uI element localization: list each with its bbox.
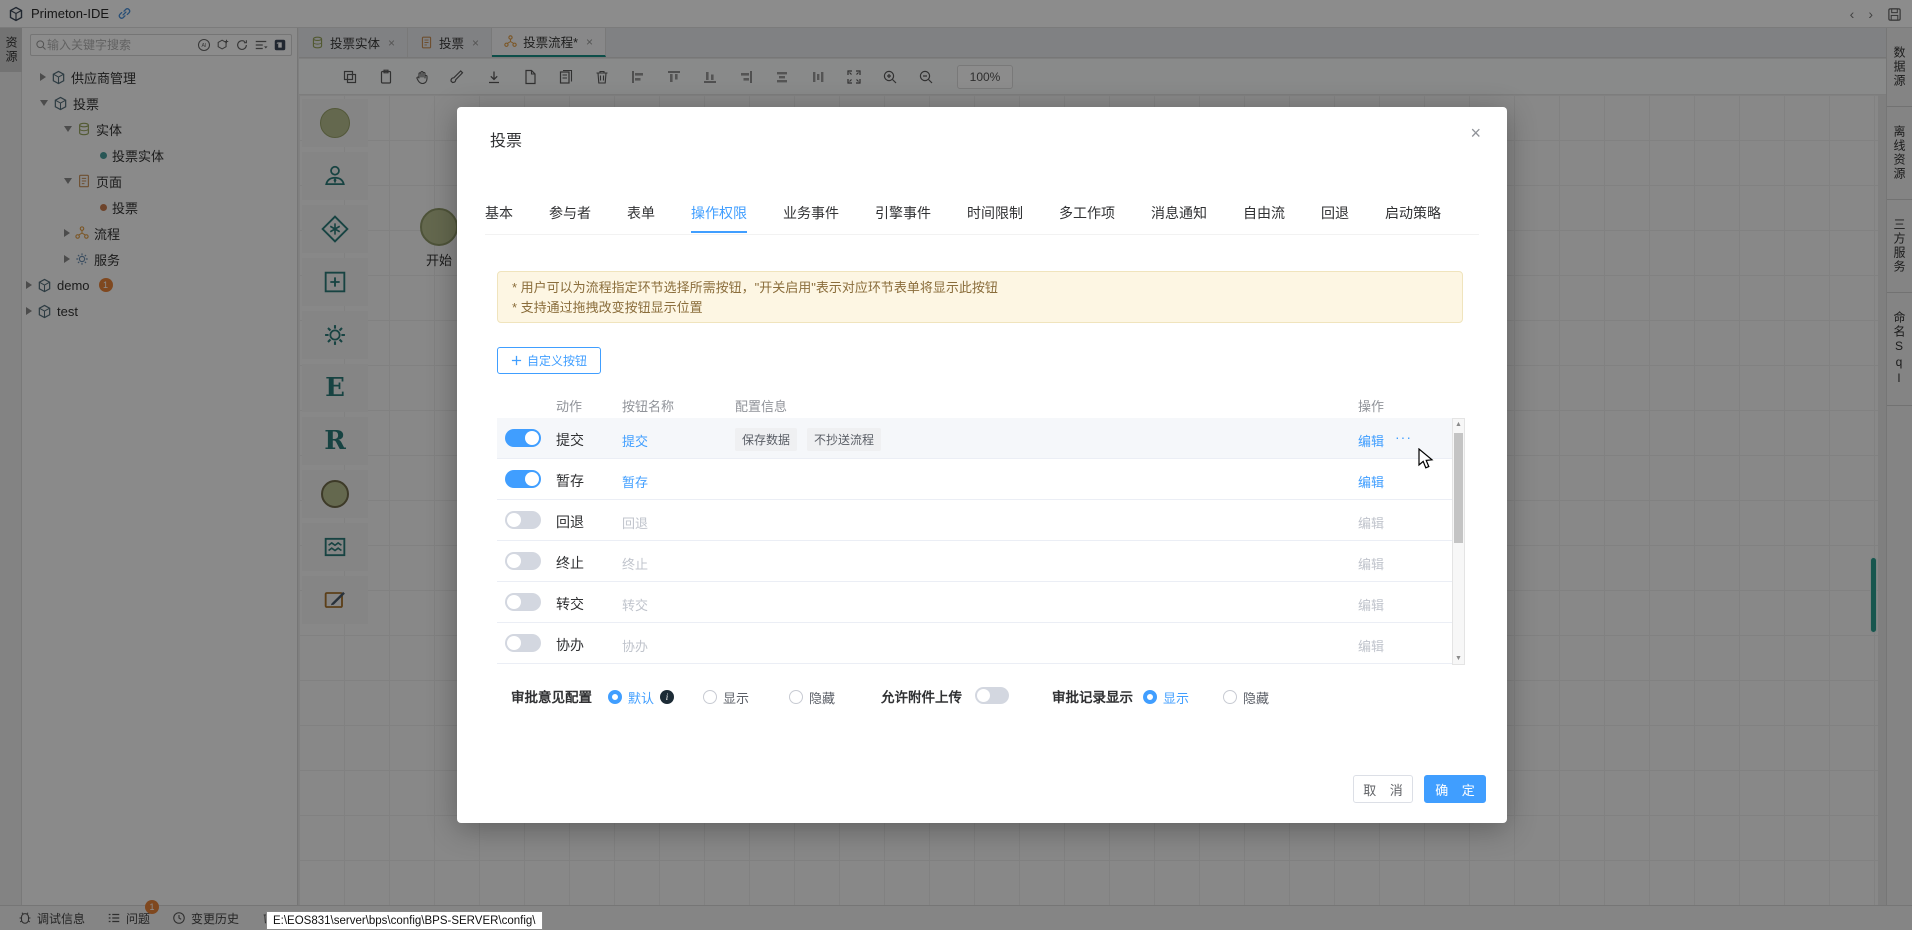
button-name-link: 转交 (622, 595, 648, 614)
button-table: 提交 提交 保存数据 不抄送流程 编辑 ··· 暂存 暂存 编辑 回退 回退 编… (497, 418, 1463, 664)
col-button-name: 按钮名称 (622, 396, 674, 415)
opinion-config-label: 审批意见配置 (511, 686, 592, 708)
vote-settings-dialog: 投票 × 基本 参与者 表单 操作权限 业务事件 引擎事件 时间限制 多工作项 … (457, 107, 1507, 823)
button-name-link[interactable]: 提交 (622, 431, 648, 450)
enable-toggle[interactable] (505, 429, 541, 447)
tab-notification[interactable]: 消息通知 (1151, 195, 1207, 233)
col-action: 动作 (556, 396, 582, 415)
table-scrollbar[interactable]: ▲ ▼ (1452, 418, 1465, 665)
tab-business-events[interactable]: 业务事件 (783, 195, 839, 233)
table-row-rollback: 回退 回退 编辑 (497, 500, 1463, 541)
warning-notice: * 用户可以为流程指定环节选择所需按钮，"开关启用"表示对应环节表单将显示此按钮… (497, 271, 1463, 323)
tab-basic[interactable]: 基本 (485, 195, 513, 233)
confirm-button[interactable]: 确 定 (1424, 775, 1486, 803)
attachment-toggle[interactable] (975, 687, 1009, 709)
table-row-submit: 提交 提交 保存数据 不抄送流程 编辑 ··· (497, 418, 1463, 459)
enable-toggle[interactable] (505, 552, 541, 570)
add-custom-button[interactable]: 自定义按钮 (497, 347, 601, 374)
edit-link: 编辑 (1358, 513, 1384, 532)
action-label: 回退 (556, 512, 584, 532)
button-name-link: 回退 (622, 513, 648, 532)
plus-icon (511, 355, 522, 366)
action-label: 转交 (556, 594, 584, 614)
enable-toggle[interactable] (505, 593, 541, 611)
enable-toggle[interactable] (505, 470, 541, 488)
button-table-header: 动作 按钮名称 配置信息 操作 (497, 390, 1463, 418)
dialog-tabs: 基本 参与者 表单 操作权限 业务事件 引擎事件 时间限制 多工作项 消息通知 … (485, 195, 1479, 235)
scroll-down-icon[interactable]: ▼ (1453, 655, 1464, 662)
attachment-upload-label: 允许附件上传 (881, 686, 962, 708)
action-label: 暂存 (556, 471, 584, 491)
opinion-option-show[interactable]: 显示 (703, 686, 749, 708)
opinion-option-hide[interactable]: 隐藏 (789, 686, 835, 708)
tab-time-limit[interactable]: 时间限制 (967, 195, 1023, 233)
action-label: 提交 (556, 430, 584, 450)
edit-link: 编辑 (1358, 595, 1384, 614)
record-display-label: 审批记录显示 (1052, 686, 1133, 708)
radio-selected-icon[interactable] (1143, 690, 1157, 704)
button-name-link: 协办 (622, 636, 648, 655)
radio-icon[interactable] (703, 690, 717, 704)
notice-line-2: * 支持通过拖拽改变按钮显示位置 (512, 298, 1448, 318)
col-operation: 操作 (1358, 396, 1384, 415)
config-tags: 保存数据 不抄送流程 (735, 428, 881, 451)
edit-link[interactable]: 编辑 (1358, 431, 1384, 450)
tab-operation-permission[interactable]: 操作权限 (691, 195, 747, 233)
tab-engine-events[interactable]: 引擎事件 (875, 195, 931, 233)
more-actions-icon[interactable]: ··· (1395, 429, 1412, 445)
button-name-link: 终止 (622, 554, 648, 573)
edit-link: 编辑 (1358, 554, 1384, 573)
opinion-option-default[interactable]: 默认 i (608, 686, 674, 708)
button-name-link[interactable]: 暂存 (622, 472, 648, 491)
radio-icon[interactable] (789, 690, 803, 704)
tag-no-cc: 不抄送流程 (807, 428, 881, 451)
action-label: 终止 (556, 553, 584, 573)
tab-start-strategy[interactable]: 启动策略 (1385, 195, 1441, 233)
table-row-save-draft: 暂存 暂存 编辑 (497, 459, 1463, 500)
table-row-terminate: 终止 终止 编辑 (497, 541, 1463, 582)
cancel-button[interactable]: 取 消 (1353, 775, 1413, 803)
tab-multi-workitem[interactable]: 多工作项 (1059, 195, 1115, 233)
dialog-title: 投票 (490, 127, 522, 151)
enable-toggle[interactable] (505, 511, 541, 529)
radio-selected-icon[interactable] (608, 690, 622, 704)
scroll-up-icon[interactable]: ▲ (1453, 421, 1464, 428)
mouse-cursor (1418, 448, 1436, 470)
record-option-hide[interactable]: 隐藏 (1223, 686, 1269, 708)
col-config-info: 配置信息 (735, 396, 787, 415)
scrollbar-thumb[interactable] (1454, 433, 1463, 543)
edit-link[interactable]: 编辑 (1358, 472, 1384, 491)
table-row-transfer: 转交 转交 编辑 (497, 582, 1463, 623)
record-option-show[interactable]: 显示 (1143, 686, 1189, 708)
tab-free-flow[interactable]: 自由流 (1243, 195, 1285, 233)
info-icon[interactable]: i (660, 690, 674, 704)
config-path-tooltip: E:\EOS831\server\bps\config\BPS-SERVER\c… (266, 911, 543, 930)
tab-participants[interactable]: 参与者 (549, 195, 591, 233)
action-label: 协办 (556, 635, 584, 655)
notice-line-1: * 用户可以为流程指定环节选择所需按钮，"开关启用"表示对应环节表单将显示此按钮 (512, 278, 1448, 298)
table-row-assist: 协办 协办 编辑 (497, 623, 1463, 664)
tag-save-data: 保存数据 (735, 428, 797, 451)
edit-link: 编辑 (1358, 636, 1384, 655)
radio-icon[interactable] (1223, 690, 1237, 704)
enable-toggle[interactable] (505, 634, 541, 652)
tab-form[interactable]: 表单 (627, 195, 655, 233)
tab-rollback[interactable]: 回退 (1321, 195, 1349, 233)
close-icon[interactable]: × (1470, 123, 1481, 144)
